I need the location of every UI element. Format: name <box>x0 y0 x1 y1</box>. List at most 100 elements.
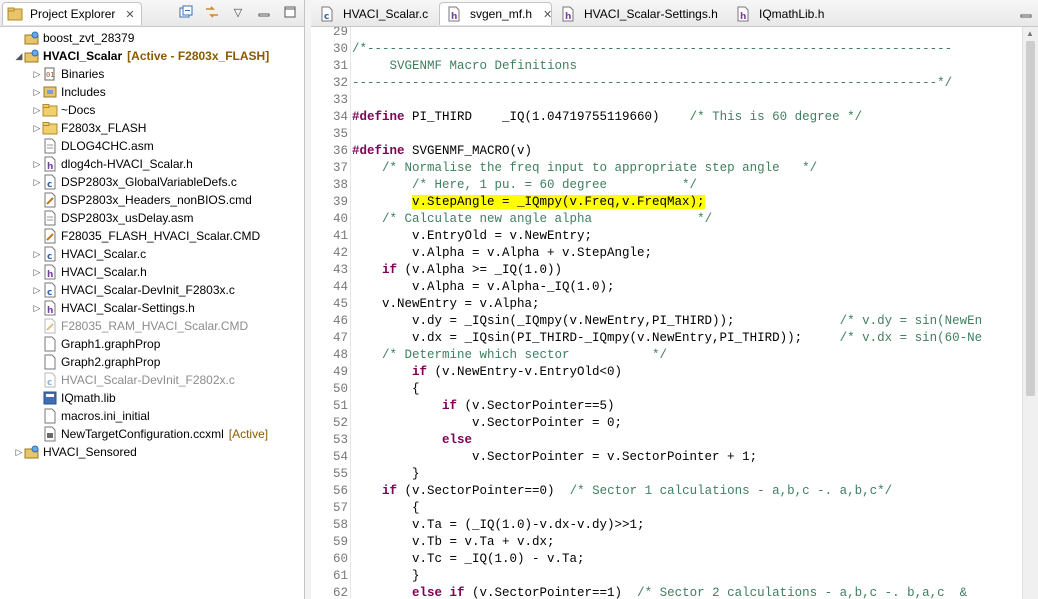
close-icon[interactable]: ✕ <box>125 8 134 21</box>
scroll-up-icon[interactable]: ▲ <box>1026 29 1034 38</box>
tree-item-label: macros.ini_initial <box>61 409 150 423</box>
tree-item[interactable]: ▷ 01 Binaries <box>32 65 105 83</box>
code-line[interactable]: 43 if (v.Alpha >= _IQ(1.0)) <box>311 262 1023 279</box>
collapse-all-icon[interactable] <box>178 4 194 20</box>
tree-item[interactable]: Graph2.graphProp <box>32 353 160 371</box>
expand-toggle-icon[interactable]: ▷ <box>32 123 42 134</box>
code-line[interactable]: 38 /* Here, 1 pu. = 60 degree */ <box>311 177 1023 194</box>
code-text: { <box>352 500 420 517</box>
expand-toggle-icon[interactable]: ▷ <box>32 87 42 98</box>
tree-item[interactable]: DLOG4CHC.asm <box>32 137 154 155</box>
code-line[interactable]: 53 else <box>311 432 1023 449</box>
tree-item[interactable]: ▷ F2803x_FLASH <box>32 119 147 137</box>
close-icon[interactable]: ✕ <box>543 8 552 21</box>
minimize-icon[interactable] <box>1018 5 1034 21</box>
code-token: v.dx = _IQsin(PI_THIRD-_IQmpy(v.NewEntry… <box>352 331 840 345</box>
expand-toggle-icon[interactable]: ▷ <box>32 303 42 314</box>
tree-item[interactable]: NewTargetConfiguration.ccxml [Active] <box>32 425 268 443</box>
keyword-token: else if <box>412 586 465 599</box>
view-menu-icon[interactable]: ▽ <box>230 4 246 20</box>
tree-item[interactable]: ▷ h HVACI_Scalar.h <box>32 263 147 281</box>
editor-tab[interactable]: h svgen_mf.h ✕ <box>439 2 552 25</box>
tree-item[interactable]: ▷ c HVACI_Scalar.c <box>32 245 146 263</box>
code-text: v.SectorPointer = v.SectorPointer + 1; <box>352 449 757 466</box>
code-line[interactable]: 36 #define SVGENMF_MACRO(v) <box>311 143 1023 160</box>
code-line[interactable]: 31 SVGENMF Macro Definitions <box>311 58 1023 75</box>
code-line[interactable]: 60 v.Tc = _IQ(1.0) - v.Ta; <box>311 551 1023 568</box>
project-explorer-tab[interactable]: Project Explorer ✕ <box>2 2 142 25</box>
tree-item[interactable]: Graph1.graphProp <box>32 335 160 353</box>
expand-toggle-icon[interactable]: ▷ <box>32 105 42 116</box>
code-line[interactable]: 46 v.dy = _IQsin(_IQmpy(v.NewEntry,PI_TH… <box>311 313 1023 330</box>
code-token: v.SectorPointer = v.SectorPointer + 1; <box>352 450 758 464</box>
code-line[interactable]: 41 v.EntryOld = v.NewEntry; <box>311 228 1023 245</box>
line-number: 46 <box>332 314 348 328</box>
code-line[interactable]: 55 } <box>311 466 1023 483</box>
tree-item[interactable]: IQmath.lib <box>32 389 116 407</box>
code-line[interactable]: 54 v.SectorPointer = v.SectorPointer + 1… <box>311 449 1023 466</box>
code-line[interactable]: 61 } <box>311 568 1023 585</box>
tree-item[interactable]: macros.ini_initial <box>32 407 150 425</box>
expand-toggle-icon[interactable]: ▷ <box>14 447 24 458</box>
tree-item[interactable]: ▷ h dlog4ch-HVACI_Scalar.h <box>32 155 193 173</box>
minimize-icon[interactable] <box>256 4 272 20</box>
expand-toggle-icon[interactable]: ▷ <box>32 159 42 170</box>
code-line[interactable]: 52 v.SectorPointer = 0; <box>311 415 1023 432</box>
expand-toggle-icon[interactable]: ▷ <box>32 285 42 296</box>
link-editor-icon[interactable] <box>204 4 220 20</box>
expand-toggle-icon[interactable]: ▷ <box>32 267 42 278</box>
code-line[interactable]: 35 <box>311 126 1023 143</box>
tree-item[interactable]: c HVACI_Scalar-DevInit_F2802x.c <box>32 371 235 389</box>
code-line[interactable]: 58 v.Ta = (_IQ(1.0)-v.dx-v.dy)>>1; <box>311 517 1023 534</box>
code-line[interactable]: 51 if (v.SectorPointer==5) <box>311 398 1023 415</box>
editor-tab[interactable]: c HVACI_Scalar.c <box>313 2 437 25</box>
code-line[interactable]: 40 /* Calculate new angle alpha */ <box>311 211 1023 228</box>
tree-item[interactable]: ▷ h HVACI_Scalar-Settings.h <box>32 299 195 317</box>
maximize-icon[interactable] <box>282 4 298 20</box>
code-token: v.EntryOld = v.NewEntry; <box>352 229 593 243</box>
line-number: 57 <box>332 501 348 515</box>
tree-item[interactable]: DSP2803x_usDelay.asm <box>32 209 194 227</box>
scrollbar-thumb[interactable] <box>1026 41 1035 396</box>
editor-tab[interactable]: h IQmathLib.h <box>729 2 827 25</box>
tree-item[interactable]: ▷ c DSP2803x_GlobalVariableDefs.c <box>32 173 237 191</box>
code-line[interactable]: 33 <box>311 92 1023 109</box>
code-line[interactable]: 59 v.Tb = v.Ta + v.dx; <box>311 534 1023 551</box>
expand-toggle-icon[interactable]: ◢ <box>14 51 24 62</box>
expand-toggle-icon[interactable]: ▷ <box>32 177 42 188</box>
code-token: v.NewEntry = v.Alpha; <box>352 297 540 311</box>
tree-item[interactable]: DSP2803x_Headers_nonBIOS.cmd <box>32 191 252 209</box>
editor-tab[interactable]: h HVACI_Scalar-Settings.h <box>554 2 727 25</box>
code-line[interactable]: 32 --------------------------------------… <box>311 75 1023 92</box>
tree-item[interactable]: ▷ Includes <box>32 83 106 101</box>
vertical-scrollbar[interactable]: ▲ <box>1022 27 1038 599</box>
code-line[interactable]: 45 v.NewEntry = v.Alpha; <box>311 296 1023 313</box>
code-line[interactable]: 37 /* Normalise the freq input to approp… <box>311 160 1023 177</box>
svg-text:h: h <box>740 12 746 22</box>
code-line[interactable]: 62 else if (v.SectorPointer==1) /* Secto… <box>311 585 1023 599</box>
tree-item[interactable]: boost_zvt_28379 <box>14 29 134 47</box>
code-editor[interactable]: 29 30 /*----------------------------------… <box>311 27 1023 599</box>
tree-item[interactable]: F28035_FLASH_HVACI_Scalar.CMD <box>32 227 260 245</box>
code-line[interactable]: 49 if (v.NewEntry-v.EntryOld<0) <box>311 364 1023 381</box>
code-line[interactable]: 34 #define PI_THIRD _IQ(1.04719755119660)… <box>311 109 1023 126</box>
expand-toggle-icon[interactable]: ▷ <box>32 69 42 80</box>
code-line[interactable]: 57 { <box>311 500 1023 517</box>
code-line[interactable]: 42 v.Alpha = v.Alpha + v.StepAngle; <box>311 245 1023 262</box>
tree-item[interactable]: ▷ HVACI_Sensored <box>14 443 137 461</box>
code-line[interactable]: 44 v.Alpha = v.Alpha-_IQ(1.0); <box>311 279 1023 296</box>
code-line[interactable]: 56 if (v.SectorPointer==0) /* Sector 1 c… <box>311 483 1023 500</box>
expand-toggle-icon[interactable]: ▷ <box>32 249 42 260</box>
code-line[interactable]: 50 { <box>311 381 1023 398</box>
code-line[interactable]: 29 <box>311 27 1023 41</box>
tree-item[interactable]: F28035_RAM_HVACI_Scalar.CMD <box>32 317 248 335</box>
tree-item[interactable]: ▷ c HVACI_Scalar-DevInit_F2803x.c <box>32 281 235 299</box>
code-line[interactable]: 39 v.StepAngle = _IQmpy(v.Freq,v.FreqMax… <box>311 194 1023 211</box>
code-line[interactable]: 48 /* Determine which sector */ <box>311 347 1023 364</box>
code-line[interactable]: 30 /*------------------------------------… <box>311 41 1023 58</box>
tree-item[interactable]: ▷ ~Docs <box>32 101 96 119</box>
tree-item[interactable]: ◢ HVACI_Scalar [Active - F2803x_FLASH] <box>14 47 270 65</box>
code-text: v.Tb = v.Ta + v.dx; <box>352 534 555 551</box>
code-line[interactable]: 47 v.dx = _IQsin(PI_THIRD-_IQmpy(v.NewEn… <box>311 330 1023 347</box>
